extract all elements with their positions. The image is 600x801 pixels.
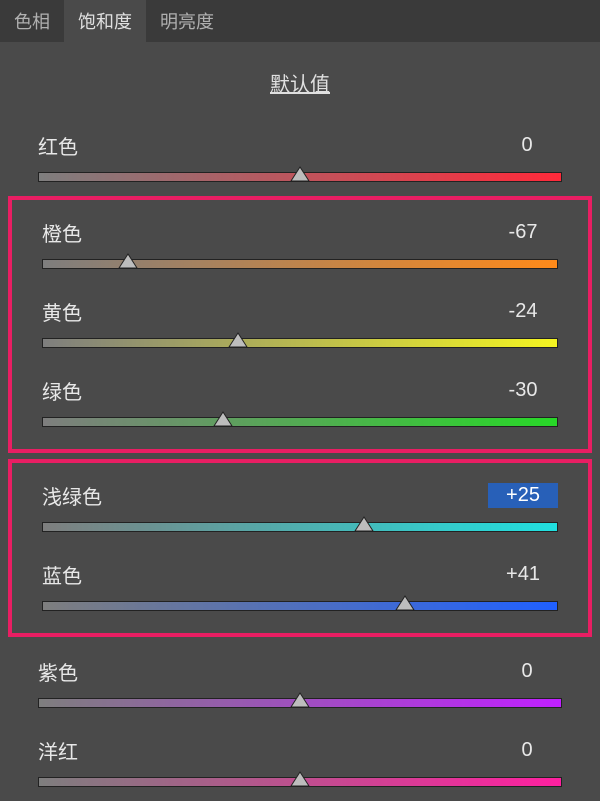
slider-track-blue[interactable] [42, 601, 558, 611]
hsl-panel: 色相 饱和度 明亮度 默认值 红色 0 橙色 -67 [0, 0, 600, 801]
slider-label-green: 绿色 [42, 376, 82, 405]
slider-label-purple: 紫色 [38, 657, 78, 686]
slider-row-magenta: 洋红 0 [12, 722, 588, 801]
slider-thumb-red[interactable] [289, 165, 311, 183]
slider-value-red[interactable]: 0 [492, 133, 562, 158]
slider-row-red: 红色 0 [12, 117, 588, 196]
slider-track-aqua[interactable] [42, 522, 558, 532]
slider-track-red[interactable] [38, 172, 562, 182]
slider-value-purple[interactable]: 0 [492, 659, 562, 684]
slider-value-blue[interactable]: +41 [488, 562, 558, 587]
default-link-text[interactable]: 默认值 [270, 74, 330, 96]
slider-track-yellow[interactable] [42, 338, 558, 348]
slider-label-orange: 橙色 [42, 218, 82, 247]
slider-row-orange: 橙色 -67 [16, 204, 584, 283]
tab-hue[interactable]: 色相 [0, 0, 64, 42]
slider-track-orange[interactable] [42, 259, 558, 269]
tab-saturation[interactable]: 饱和度 [64, 0, 146, 42]
slider-thumb-blue[interactable] [394, 594, 416, 612]
slider-thumb-magenta[interactable] [289, 770, 311, 788]
slider-track-magenta[interactable] [38, 777, 562, 787]
slider-thumb-aqua[interactable] [353, 515, 375, 533]
slider-label-red: 红色 [38, 131, 78, 160]
default-link: 默认值 [0, 68, 600, 97]
slider-value-magenta[interactable]: 0 [492, 738, 562, 763]
slider-row-blue: 蓝色 +41 [16, 546, 584, 625]
slider-label-blue: 蓝色 [42, 560, 82, 589]
slider-label-magenta: 洋红 [38, 736, 78, 765]
slider-value-orange[interactable]: -67 [488, 220, 558, 245]
slider-value-yellow[interactable]: -24 [488, 299, 558, 324]
slider-row-purple: 紫色 0 [12, 643, 588, 722]
tab-bar: 色相 饱和度 明亮度 [0, 0, 600, 42]
tab-luminance[interactable]: 明亮度 [146, 0, 228, 42]
slider-thumb-orange[interactable] [117, 252, 139, 270]
slider-label-yellow: 黄色 [42, 297, 82, 326]
slider-label-aqua: 浅绿色 [42, 481, 102, 510]
slider-track-green[interactable] [42, 417, 558, 427]
slider-thumb-green[interactable] [212, 410, 234, 428]
slider-list: 红色 0 橙色 -67 黄色 -24 [0, 117, 600, 801]
highlight-box-2: 浅绿色 +25 蓝色 +41 [8, 459, 592, 637]
highlight-box-1: 橙色 -67 黄色 -24 绿色 -30 [8, 196, 592, 453]
slider-thumb-purple[interactable] [289, 691, 311, 709]
slider-row-aqua: 浅绿色 +25 [16, 467, 584, 546]
slider-value-aqua[interactable]: +25 [488, 483, 558, 508]
slider-row-yellow: 黄色 -24 [16, 283, 584, 362]
slider-value-green[interactable]: -30 [488, 378, 558, 403]
slider-thumb-yellow[interactable] [227, 331, 249, 349]
slider-row-green: 绿色 -30 [16, 362, 584, 441]
slider-track-purple[interactable] [38, 698, 562, 708]
